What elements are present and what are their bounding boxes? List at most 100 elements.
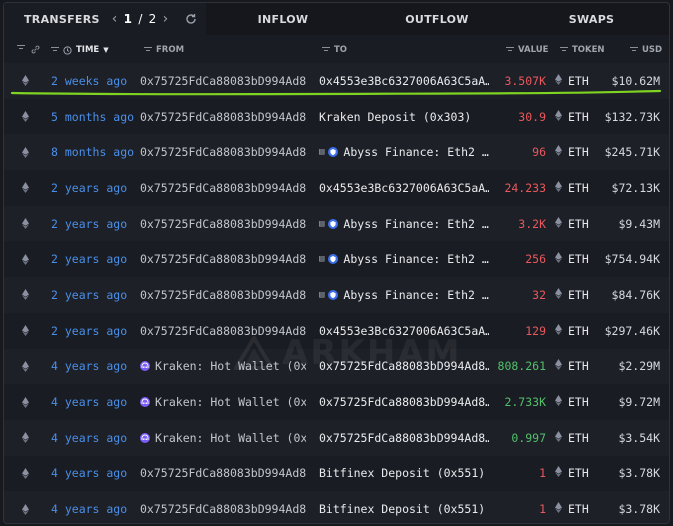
- from-address[interactable]: 0x75725FdCa88083bD994Ad8…: [140, 277, 306, 313]
- tab-inflow[interactable]: INFLOW: [206, 3, 360, 35]
- kraken-icon: [140, 361, 150, 372]
- token-cell[interactable]: ETH: [555, 313, 595, 349]
- to-address[interactable]: Bitfinex Deposit (0x551): [319, 456, 489, 492]
- to-address[interactable]: 0x4553e3Bc6327006A63C5aA…: [319, 313, 489, 349]
- value-amount: 30.9: [518, 109, 546, 124]
- table-row[interactable]: 4 years ago Kraken: Hot Wallet (0x… 0x7572…: [4, 348, 669, 385]
- time-link[interactable]: 2 years ago: [51, 241, 136, 277]
- from-address[interactable]: 0x75725FdCa88083bD994Ad8…: [140, 313, 306, 349]
- table-row[interactable]: 4 years ago Kraken: Hot Wallet (0x… 0x7572…: [4, 419, 669, 456]
- eth-icon: [22, 277, 32, 313]
- time-link[interactable]: 5 months ago: [51, 99, 136, 135]
- to-address[interactable]: Kraken Deposit (0x303): [319, 99, 489, 135]
- abyss-icon: [328, 218, 339, 229]
- filter-token-icon[interactable]: [17, 45, 25, 51]
- to-address[interactable]: 0x75725FdCa88083bD994Ad8…: [319, 420, 489, 456]
- time-link[interactable]: 2 years ago: [51, 313, 136, 349]
- token-symbol: ETH: [568, 252, 589, 267]
- value-amount: 32: [532, 287, 546, 302]
- from-header[interactable]: FROM: [144, 45, 184, 55]
- link-icon[interactable]: [31, 45, 40, 54]
- to-header[interactable]: TO: [322, 45, 347, 55]
- usd-amount: $10.62M: [611, 73, 660, 88]
- token-header[interactable]: TOKEN: [560, 45, 605, 55]
- from-address-text: 0x75725FdCa88083bD994Ad8…: [140, 252, 306, 267]
- token-symbol: ETH: [568, 323, 589, 338]
- from-address[interactable]: 0x75725FdCa88083bD994Ad8…: [140, 206, 306, 242]
- table-row[interactable]: 8 months ago 0x75725FdCa88083bD994Ad8… ▤ Ab…: [4, 134, 669, 171]
- to-address[interactable]: 0x4553e3Bc6327006A63C5aA…: [319, 63, 489, 99]
- table-row[interactable]: 2 years ago 0x75725FdCa88083bD994Ad8… 0x45…: [4, 170, 669, 206]
- time-link[interactable]: 4 years ago: [51, 384, 136, 420]
- token-cell[interactable]: ETH: [555, 491, 595, 523]
- token-cell[interactable]: ETH: [555, 63, 595, 99]
- to-address[interactable]: ▤ Abyss Finance: Eth2 …: [319, 206, 489, 242]
- from-address[interactable]: 0x75725FdCa88083bD994Ad8…: [140, 99, 306, 135]
- time-link[interactable]: 2 years ago: [51, 277, 136, 313]
- chevron-left-icon[interactable]: ‹: [112, 11, 118, 27]
- tab-outflow[interactable]: OUTFLOW: [360, 3, 514, 35]
- token-cell[interactable]: ETH: [555, 349, 595, 385]
- time-header[interactable]: TIME ▼: [51, 45, 109, 55]
- tab-swaps[interactable]: SWAPS: [514, 3, 669, 35]
- time-link[interactable]: 4 years ago: [51, 456, 136, 492]
- token-cell[interactable]: ETH: [555, 384, 595, 420]
- time-link[interactable]: 8 months ago: [51, 134, 136, 170]
- to-address[interactable]: 0x75725FdCa88083bD994Ad8…: [319, 384, 489, 420]
- time-link[interactable]: 4 years ago: [51, 491, 136, 523]
- time-link[interactable]: 2 weeks ago: [51, 63, 136, 99]
- token-cell[interactable]: ETH: [555, 134, 595, 170]
- token-cell[interactable]: ETH: [555, 99, 595, 135]
- from-address[interactable]: Kraken: Hot Wallet (0x…: [140, 349, 306, 385]
- filter-icon: [51, 47, 59, 53]
- token-cell[interactable]: ETH: [555, 456, 595, 492]
- token-cell[interactable]: ETH: [555, 241, 595, 277]
- table-row[interactable]: 2 weeks ago 0x75725FdCa88083bD994Ad8… 0x45…: [4, 63, 669, 99]
- eth-icon: [555, 502, 562, 516]
- table-row[interactable]: 4 years ago Kraken: Hot Wallet (0x… 0x7572…: [4, 384, 669, 420]
- table-row[interactable]: 4 years ago 0x75725FdCa88083bD994Ad8… Bitf…: [4, 491, 669, 523]
- time-link[interactable]: 4 years ago: [51, 349, 136, 385]
- table-row[interactable]: 4 years ago 0x75725FdCa88083bD994Ad8… Bitf…: [4, 455, 669, 492]
- value-header[interactable]: VALUE: [506, 45, 548, 55]
- from-address[interactable]: 0x75725FdCa88083bD994Ad8…: [140, 456, 306, 492]
- from-address[interactable]: 0x75725FdCa88083bD994Ad8…: [140, 241, 306, 277]
- tab-transfers[interactable]: TRANSFERS ‹ 1 / 2 ›: [4, 3, 206, 35]
- usd-amount: $84.76K: [611, 287, 660, 302]
- to-address-text: 0x4553e3Bc6327006A63C5aA…: [319, 180, 489, 195]
- to-address[interactable]: Bitfinex Deposit (0x551): [319, 491, 489, 523]
- from-address[interactable]: 0x75725FdCa88083bD994Ad8…: [140, 134, 306, 170]
- time-link[interactable]: 2 years ago: [51, 170, 136, 206]
- from-address[interactable]: Kraken: Hot Wallet (0x…: [140, 384, 306, 420]
- from-address[interactable]: Kraken: Hot Wallet (0x…: [140, 420, 306, 456]
- refresh-icon[interactable]: [185, 13, 197, 25]
- usd-amount: $754.94K: [604, 252, 660, 267]
- token-cell[interactable]: ETH: [555, 206, 595, 242]
- table-row[interactable]: 2 years ago 0x75725FdCa88083bD994Ad8… ▤ Aby…: [4, 241, 669, 278]
- to-address[interactable]: ▤ Abyss Finance: Eth2 …: [319, 241, 489, 277]
- to-address[interactable]: ▤ Abyss Finance: Eth2 …: [319, 277, 489, 313]
- table-row[interactable]: 2 years ago 0x75725FdCa88083bD994Ad8… 0x45…: [4, 312, 669, 349]
- table-row[interactable]: 2 years ago 0x75725FdCa88083bD994Ad8… ▤ Aby…: [4, 205, 669, 242]
- table-row[interactable]: 5 months ago 0x75725FdCa88083bD994Ad8… Kra…: [4, 98, 669, 135]
- time-link[interactable]: 4 years ago: [51, 420, 136, 456]
- value-amount: 96: [532, 145, 546, 160]
- token-cell[interactable]: ETH: [555, 277, 595, 313]
- token-cell[interactable]: ETH: [555, 420, 595, 456]
- chevron-right-icon[interactable]: ›: [163, 11, 169, 27]
- to-address[interactable]: 0x4553e3Bc6327006A63C5aA…: [319, 170, 489, 206]
- usd-amount: $245.71K: [604, 145, 660, 160]
- from-address[interactable]: 0x75725FdCa88083bD994Ad8…: [140, 491, 306, 523]
- token-symbol: ETH: [568, 216, 589, 231]
- usd-header[interactable]: USD: [630, 45, 662, 55]
- table-row[interactable]: 2 years ago 0x75725FdCa88083bD994Ad8… ▤ Aby…: [4, 277, 669, 313]
- time-link[interactable]: 2 years ago: [51, 206, 136, 242]
- token-cell[interactable]: ETH: [555, 170, 595, 206]
- to-address[interactable]: 0x75725FdCa88083bD994Ad8…: [319, 349, 489, 385]
- from-address[interactable]: 0x75725FdCa88083bD994Ad8…: [140, 63, 306, 99]
- to-address-text: 0x75725FdCa88083bD994Ad8…: [319, 430, 489, 445]
- tab-bar: TRANSFERS ‹ 1 / 2 › INFLOW OUTFLOW SWAPS: [4, 3, 669, 35]
- eth-icon: [555, 287, 562, 302]
- from-address[interactable]: 0x75725FdCa88083bD994Ad8…: [140, 170, 306, 206]
- to-address[interactable]: ▤ Abyss Finance: Eth2 …: [319, 134, 489, 170]
